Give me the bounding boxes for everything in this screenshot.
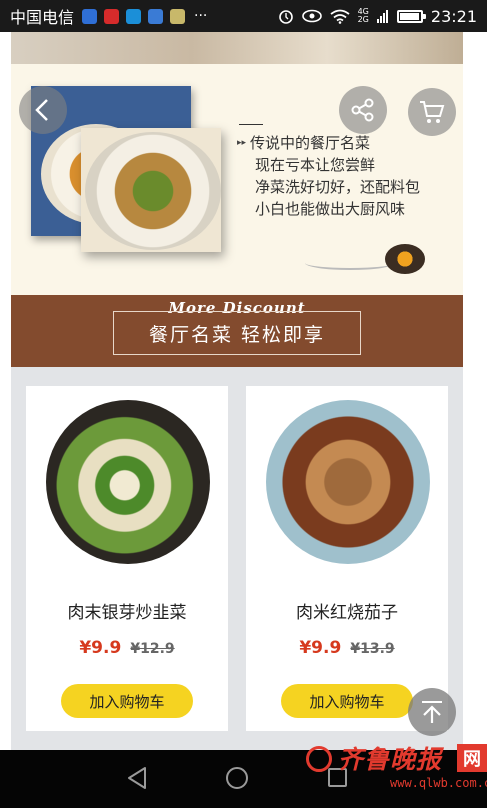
product-old-price: ¥13.9 bbox=[350, 641, 395, 657]
battery-icon bbox=[396, 9, 426, 23]
watermark-badge: 网 bbox=[457, 744, 487, 772]
watermark-brand: 齐鲁晚报 bbox=[338, 745, 443, 774]
eye-icon bbox=[301, 9, 322, 23]
divider bbox=[239, 124, 263, 125]
product-price: ¥9.9 bbox=[79, 638, 122, 658]
header-photo bbox=[11, 32, 463, 64]
product-name[interactable]: 肉末银芽炒韭菜 bbox=[26, 598, 228, 623]
notification-app-icon bbox=[148, 8, 164, 24]
clock-time: 23:21 bbox=[430, 6, 477, 26]
share-button[interactable] bbox=[339, 86, 387, 134]
page-content: ▸▸ 传说中的餐厅名菜 现在亏本让您尝鲜 净菜洗好切好，还配料包 小白也能做出大厨… bbox=[0, 32, 487, 750]
product-image[interactable] bbox=[46, 400, 210, 564]
page-margin bbox=[0, 32, 11, 750]
network-type-label: 4G 2G bbox=[357, 7, 369, 24]
double-arrow-icon: ▸▸ bbox=[237, 138, 247, 148]
cart-button[interactable] bbox=[408, 88, 456, 136]
signal-icon bbox=[376, 10, 388, 23]
hero-banner: ▸▸ 传说中的餐厅名菜 现在亏本让您尝鲜 净菜洗好切好，还配料包 小白也能做出大厨… bbox=[11, 64, 463, 326]
notification-app-icon bbox=[104, 8, 120, 24]
cart-icon bbox=[420, 101, 445, 123]
watermark-logo bbox=[306, 746, 332, 772]
product-prices: ¥9.9 ¥13.9 bbox=[246, 638, 448, 658]
promo-headline: 餐厅名菜 轻松即享 bbox=[113, 311, 361, 355]
banner-line: 小白也能做出大厨风味 bbox=[255, 200, 406, 218]
banner-photo-dish bbox=[81, 128, 221, 252]
watermark-url: www.qlwb.com.cn bbox=[390, 776, 487, 790]
status-bar: 中国电信 ··· 4G 2G 23:21 bbox=[0, 0, 487, 32]
share-icon bbox=[351, 98, 374, 122]
arrow-up-icon bbox=[422, 701, 442, 723]
carrier-label: 中国电信 bbox=[10, 8, 75, 27]
banner-slogan: ▸▸ 传说中的餐厅名菜 现在亏本让您尝鲜 净菜洗好切好，还配料包 小白也能做出大厨… bbox=[237, 132, 420, 220]
product-prices: ¥9.9 ¥12.9 bbox=[26, 638, 228, 658]
page-margin bbox=[463, 32, 487, 750]
add-to-cart-button[interactable]: 加入购物车 bbox=[61, 684, 193, 718]
banner-line: 净菜洗好切好，还配料包 bbox=[255, 178, 421, 196]
product-card[interactable]: 肉米红烧茄子 ¥9.9 ¥13.9 加入购物车 bbox=[246, 386, 448, 731]
product-name[interactable]: 肉米红烧茄子 bbox=[246, 598, 448, 623]
add-to-cart-button[interactable]: 加入购物车 bbox=[281, 684, 413, 718]
product-price: ¥9.9 bbox=[299, 638, 342, 658]
nav-home-icon[interactable] bbox=[226, 767, 248, 789]
notification-app-icon bbox=[126, 8, 142, 24]
alarm-icon bbox=[278, 10, 293, 24]
chevron-left-icon bbox=[35, 99, 48, 121]
notification-app-icon bbox=[82, 8, 98, 24]
product-old-price: ¥12.9 bbox=[130, 641, 175, 657]
back-to-top-button[interactable] bbox=[408, 688, 456, 736]
product-image[interactable] bbox=[266, 400, 430, 564]
decorative-curve bbox=[305, 256, 395, 270]
product-card[interactable]: 肉末银芽炒韭菜 ¥9.9 ¥12.9 加入购物车 bbox=[26, 386, 228, 731]
promo-banner[interactable]: More Discount 餐厅名菜 轻松即享 bbox=[11, 295, 463, 367]
banner-small-dish bbox=[385, 244, 425, 274]
nav-back-icon[interactable] bbox=[126, 766, 148, 790]
banner-line: 现在亏本让您尝鲜 bbox=[255, 156, 376, 174]
watermark: 齐鲁晚报 网 www.qlwb.com.cn bbox=[300, 740, 487, 796]
back-button[interactable] bbox=[19, 86, 67, 134]
more-notifications-indicator: ··· bbox=[194, 8, 208, 24]
notification-app-icon bbox=[170, 8, 186, 24]
wifi-icon bbox=[330, 9, 350, 24]
banner-line: 传说中的餐厅名菜 bbox=[250, 134, 371, 152]
